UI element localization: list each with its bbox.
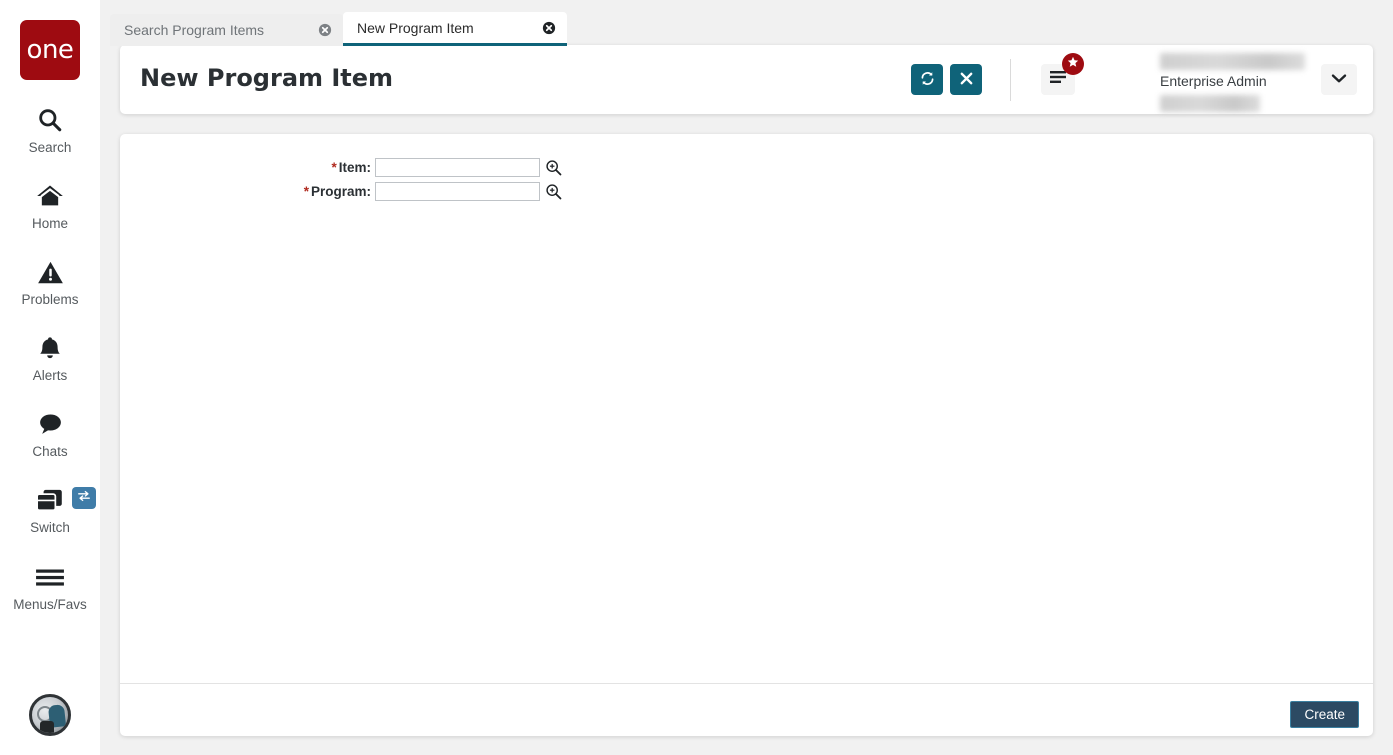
- sidebar-item-label: Switch: [30, 520, 70, 535]
- x-icon: [959, 71, 974, 89]
- sidebar-item-label: Alerts: [32, 368, 68, 383]
- switch-windows-icon: [35, 483, 65, 517]
- content-panel: * Item: * Program: Create: [120, 134, 1373, 736]
- user-menu-button[interactable]: [1321, 64, 1357, 95]
- header-divider: [1010, 59, 1011, 101]
- sidebar-item-problems[interactable]: Problems: [0, 255, 100, 307]
- swap-arrows-icon: [77, 489, 91, 508]
- magnifier-plus-icon[interactable]: [544, 183, 562, 201]
- program-input[interactable]: [375, 182, 540, 201]
- menu-lines-icon: [1049, 70, 1067, 89]
- logo-text: one: [26, 35, 74, 65]
- hamburger-icon: [35, 560, 65, 594]
- avatar-detail: [40, 721, 54, 733]
- form-footer: Create: [120, 684, 1373, 735]
- sidebar-item-label: Home: [31, 216, 68, 231]
- chevron-down-icon: [1331, 71, 1347, 89]
- avatar[interactable]: [29, 694, 71, 736]
- create-button[interactable]: Create: [1290, 701, 1359, 728]
- required-marker: *: [303, 184, 309, 199]
- sidebar-item-home[interactable]: Home: [0, 179, 100, 231]
- close-circle-icon[interactable]: [317, 22, 333, 38]
- user-info[interactable]: Enterprise Admin: [1155, 51, 1305, 112]
- sidebar: one Search Home Problems Alerts Chats Sw…: [0, 0, 100, 755]
- redacted-org-name: [1160, 95, 1260, 112]
- form-area: * Item: * Program:: [120, 134, 1373, 683]
- app-logo[interactable]: one: [20, 20, 80, 80]
- sidebar-item-label: Search: [28, 140, 72, 155]
- item-input[interactable]: [375, 158, 540, 177]
- chat-bubble-icon: [37, 407, 64, 441]
- tab-strip: Search Program Items New Program Item: [110, 12, 567, 46]
- tab-search-program-items[interactable]: Search Program Items: [110, 14, 343, 46]
- magnifier-plus-icon[interactable]: [544, 159, 562, 177]
- tab-label: Search Program Items: [124, 22, 265, 38]
- page-header: New Program Item Enterprise Admin: [120, 45, 1373, 114]
- sidebar-item-label: Menus/Favs: [13, 597, 87, 612]
- sidebar-item-label: Problems: [21, 292, 79, 307]
- close-circle-icon[interactable]: [541, 20, 557, 36]
- tab-label: New Program Item: [357, 19, 474, 36]
- sidebar-item-search[interactable]: Search: [0, 103, 100, 155]
- home-icon: [36, 179, 64, 213]
- redacted-user-name: [1160, 53, 1305, 70]
- warning-triangle-icon: [37, 255, 64, 289]
- tab-new-program-item[interactable]: New Program Item: [343, 12, 567, 46]
- required-marker: *: [331, 160, 337, 175]
- form-row-program: * Program:: [215, 182, 562, 201]
- program-field-label: * Program:: [303, 184, 371, 199]
- page-title: New Program Item: [140, 64, 394, 92]
- sidebar-item-label: Chats: [32, 444, 68, 459]
- user-role-label: Enterprise Admin: [1160, 73, 1267, 89]
- item-field-label: * Item:: [331, 160, 371, 175]
- bell-icon: [37, 331, 63, 365]
- form-row-item: * Item:: [215, 158, 562, 177]
- sidebar-item-alerts[interactable]: Alerts: [0, 331, 100, 383]
- sidebar-item-menus-favs[interactable]: Menus/Favs: [0, 560, 100, 612]
- refresh-button[interactable]: [911, 64, 943, 95]
- switch-swap-badge[interactable]: [72, 487, 96, 509]
- status-badge: [1062, 53, 1084, 75]
- refresh-icon: [919, 70, 936, 90]
- sidebar-item-chats[interactable]: Chats: [0, 407, 100, 459]
- search-icon: [37, 103, 63, 137]
- close-button[interactable]: [950, 64, 982, 95]
- star-icon: [1067, 55, 1079, 73]
